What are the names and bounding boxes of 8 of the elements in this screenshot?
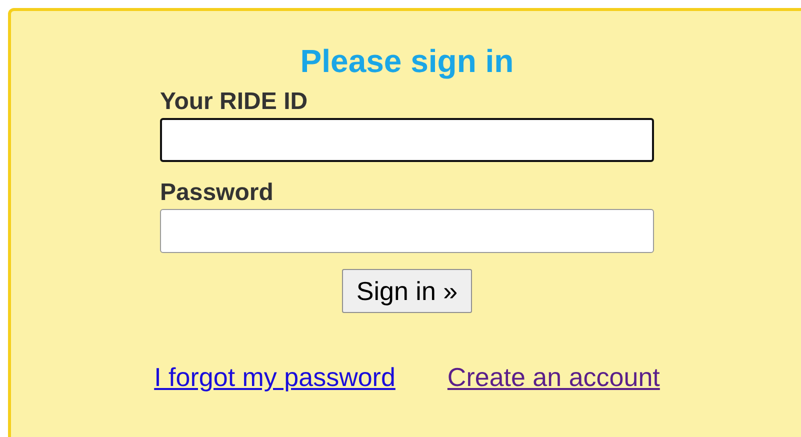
- panel-title: Please sign in: [300, 42, 514, 81]
- sign-in-button[interactable]: Sign in »: [342, 269, 472, 313]
- field-label: Your RIDE ID: [160, 87, 309, 117]
- link[interactable]: Create an account: [447, 358, 660, 397]
- input-field[interactable]: [160, 118, 654, 162]
- field-label: Password: [160, 178, 274, 208]
- input-field[interactable]: [160, 209, 654, 253]
- link[interactable]: I forgot my password: [154, 358, 396, 397]
